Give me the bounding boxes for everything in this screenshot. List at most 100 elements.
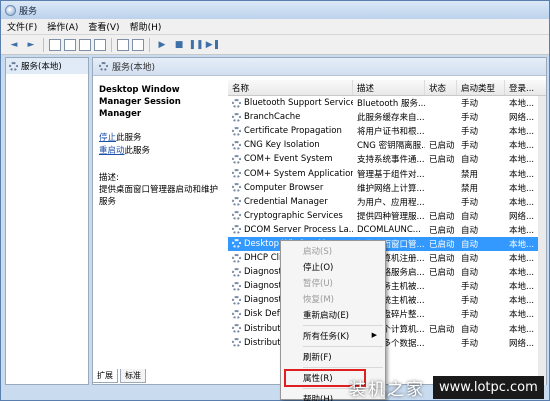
menu-help[interactable]: 帮助(H)	[130, 20, 162, 33]
service-status-cell	[425, 307, 457, 321]
service-startup-type: 手动	[461, 310, 479, 321]
table-row[interactable]: Computer Browser 维护网络上计算... 禁用 本地...	[228, 181, 546, 195]
context-menu-item-label: 暂停(U)	[303, 279, 333, 289]
service-status: 已启动	[429, 211, 455, 222]
service-description-cell: 此服务缓存来自...	[353, 110, 425, 124]
export-list-icon[interactable]	[94, 38, 106, 51]
service-status-cell: 已启动	[425, 209, 457, 223]
forward-arrow-icon[interactable]: ►	[24, 38, 38, 52]
console-icon[interactable]	[132, 38, 144, 51]
service-status-cell: 已启动	[425, 138, 457, 152]
title-bar[interactable]: 服务	[1, 1, 549, 19]
pane-header: 服务(本地)	[93, 58, 546, 76]
table-row[interactable]: Certificate Propagation 将用户证书和根... 手动 本地...	[228, 124, 546, 138]
table-row[interactable]: COM+ Event System 支持系统事件通... 已启动 自动 本地...	[228, 152, 546, 166]
menu-action[interactable]: 操作(A)	[47, 20, 78, 33]
tab-extended[interactable]: 扩展	[92, 369, 118, 383]
service-description-cell: 维护网络上计算...	[353, 181, 425, 195]
restart-service-link[interactable]: 重启动	[99, 146, 125, 156]
context-menu-item[interactable]: 所有任务(K) ▶	[281, 328, 385, 344]
stop-service-icon[interactable]: ■	[172, 38, 186, 52]
start-service-icon[interactable]: ▶	[155, 38, 169, 52]
table-row[interactable]: Bluetooth Support Service Bluetooth 服务...…	[228, 96, 546, 110]
context-menu-item[interactable]: 重新启动(E)	[281, 307, 385, 323]
gear-icon	[232, 338, 241, 348]
table-row[interactable]: Cryptographic Services 提供四种管理服... 已启动 自动 网络.…	[228, 209, 546, 223]
column-header-status[interactable]: 状态	[425, 80, 457, 95]
help-icon[interactable]	[117, 38, 129, 51]
pause-service-icon[interactable]: ❚❚	[188, 38, 203, 52]
service-description-cell: CNG 密钥隔离服...	[353, 138, 425, 152]
tree-item-services-local[interactable]: 服务(本地)	[6, 58, 88, 74]
stop-link-suffix: 此服务	[116, 133, 142, 143]
vertical-scrollbar[interactable]	[538, 96, 546, 385]
show-hide-tree-icon[interactable]	[49, 38, 61, 51]
service-name: CNG Key Isolation	[244, 140, 320, 151]
tab-standard[interactable]: 标准	[120, 369, 146, 383]
column-header-logon[interactable]: 登录...	[505, 80, 546, 95]
service-name: Computer Browser	[244, 182, 324, 193]
service-description: 支持系统事件通...	[357, 155, 425, 166]
service-title: Desktop Window Manager Session Manager	[99, 85, 181, 119]
context-menu-item-label: 刷新(F)	[303, 353, 332, 363]
refresh-icon[interactable]	[79, 38, 91, 51]
service-status-cell	[425, 195, 457, 209]
table-row[interactable]: CNG Key Isolation CNG 密钥隔离服... 已启动 手动 本地...	[228, 138, 546, 152]
service-logon: 网络...	[509, 338, 535, 349]
table-row[interactable]: COM+ System Application 管理基于组件对... 禁用 本地...	[228, 166, 546, 180]
stop-service-link[interactable]: 停止	[99, 133, 116, 143]
column-header-startup-type[interactable]: 启动类型	[457, 80, 505, 95]
service-description-cell: 提供四种管理服...	[353, 209, 425, 223]
menu-view[interactable]: 查看(V)	[88, 20, 119, 33]
service-name: DCOM Server Process La...	[244, 224, 353, 235]
service-status-cell	[425, 96, 457, 110]
service-name-cell: Certificate Propagation	[228, 124, 353, 138]
service-startup-type-cell: 自动	[457, 223, 505, 237]
table-row[interactable]: Diagnostic Service Host诊断服务主机被...手动本地...	[228, 279, 546, 293]
table-row[interactable]: Desktop Window Manager...提供桌面窗口管...已启动自动…	[228, 236, 546, 252]
description-label: 描述:	[99, 173, 119, 183]
back-arrow-icon[interactable]: ◄	[7, 38, 21, 52]
table-row[interactable]: DHCP Client 为此计算机注册... 已启动 自动 本地...	[228, 251, 546, 265]
table-row[interactable]: Credential Manager 为用户、应用程... 手动 本地...	[228, 195, 546, 209]
watermark-text: 装机之家	[349, 379, 425, 400]
properties-icon[interactable]	[64, 38, 76, 51]
gear-icon	[232, 253, 241, 263]
table-row[interactable]: BranchCache 此服务缓存来自... 手动 网络...	[228, 110, 546, 124]
service-startup-type: 手动	[461, 197, 479, 208]
table-row[interactable]: Diagnostic System Host诊断系统主机被...手动本地...	[228, 293, 546, 307]
service-status-cell	[425, 124, 457, 138]
service-startup-type-cell: 手动	[457, 293, 505, 307]
gear-icon	[99, 62, 108, 71]
table-row[interactable]: DCOM Server Process La... DCOMLAUNC... 已启动…	[228, 223, 546, 237]
service-startup-type: 手动	[461, 113, 479, 124]
table-row[interactable]: Diagnostic Policy Service诊断策略服务启...已启动自动…	[228, 265, 546, 279]
service-name: Certificate Propagation	[244, 126, 342, 137]
service-status-cell	[425, 279, 457, 293]
service-startup-type-cell: 手动	[457, 336, 505, 350]
window-title: 服务	[19, 6, 38, 17]
menu-file[interactable]: 文件(F)	[7, 20, 37, 33]
service-logon: 本地...	[509, 310, 535, 321]
table-row[interactable]: Distributed Link Tracking维护某个计算机...已启动自动…	[228, 322, 546, 336]
service-logon: 本地...	[509, 254, 535, 265]
service-logon: 本地...	[509, 99, 535, 110]
service-name-cell: DCOM Server Process La...	[228, 223, 353, 237]
service-startup-type-cell: 手动	[457, 195, 505, 209]
service-status-cell: 已启动	[425, 251, 457, 265]
list-header: 名称 描述 状态 启动类型 登录...	[228, 80, 546, 96]
table-row[interactable]: Distributed Transaction协调跨多个数据...手动网络...	[228, 336, 546, 350]
context-menu-item[interactable]: 刷新(F)	[281, 349, 385, 365]
column-header-name[interactable]: 名称	[228, 80, 353, 95]
restart-service-icon[interactable]: ▶❚	[206, 38, 220, 52]
gear-icon	[232, 267, 241, 277]
context-menu-item[interactable]: 停止(O)	[281, 259, 385, 275]
service-description-cell: Bluetooth 服务...	[353, 96, 425, 110]
column-header-description[interactable]: 描述	[353, 80, 425, 95]
service-logon: 本地...	[509, 296, 535, 307]
context-menu-item: 恢复(M)	[281, 291, 385, 307]
service-description: Bluetooth 服务...	[357, 99, 425, 110]
watermark-url: www.lotpc.com	[433, 375, 544, 399]
table-row[interactable]: Disk Defragmenter提供磁盘碎片整...手动本地...	[228, 307, 546, 321]
service-startup-type-cell: 自动	[457, 209, 505, 223]
